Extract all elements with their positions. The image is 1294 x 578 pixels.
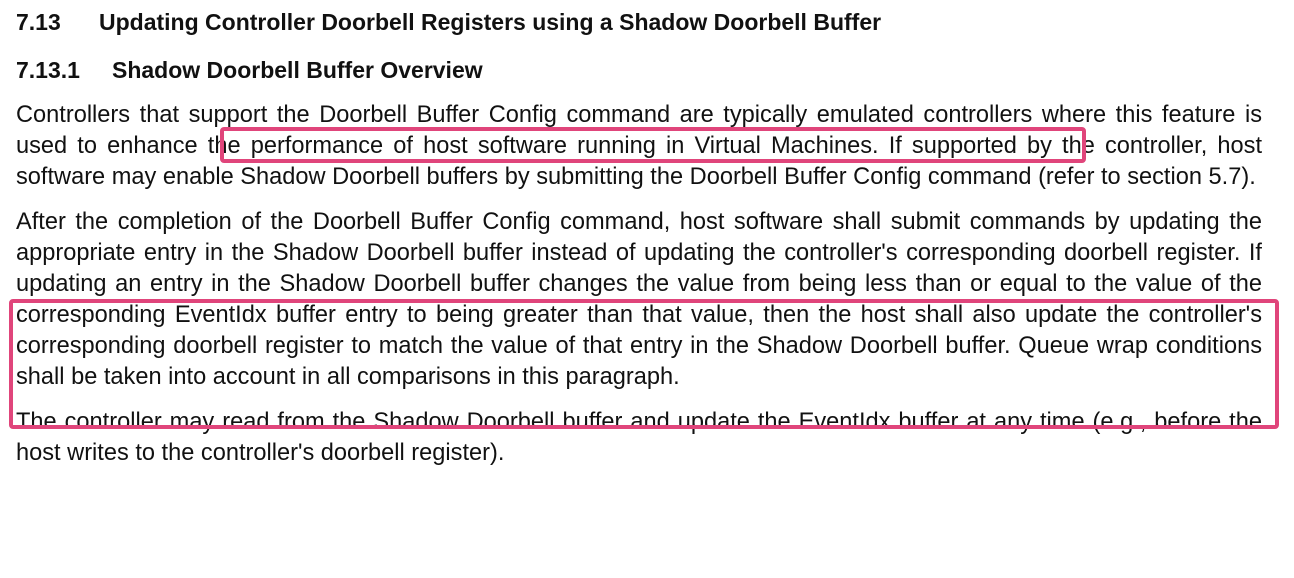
- section-title: Updating Controller Doorbell Registers u…: [99, 9, 882, 35]
- section-number: 7.13: [16, 9, 61, 35]
- subsection-title: Shadow Doorbell Buffer Overview: [112, 57, 483, 83]
- section-heading: 7.13 Updating Controller Doorbell Registe…: [16, 6, 1262, 38]
- paragraph-1: Controllers that support the Doorbell Bu…: [16, 100, 1262, 193]
- subsection-heading: 7.13.1 Shadow Doorbell Buffer Overview: [16, 54, 1262, 86]
- document-page: 7.13 Updating Controller Doorbell Registe…: [16, 6, 1262, 469]
- subsection-number: 7.13.1: [16, 57, 80, 83]
- paragraph-1-highlighted-text: enhance the performance of host software…: [107, 133, 879, 159]
- paragraph-2: After the completion of the Doorbell Buf…: [16, 209, 1262, 390]
- paragraph-3: The controller may read from the Shadow …: [16, 409, 1262, 466]
